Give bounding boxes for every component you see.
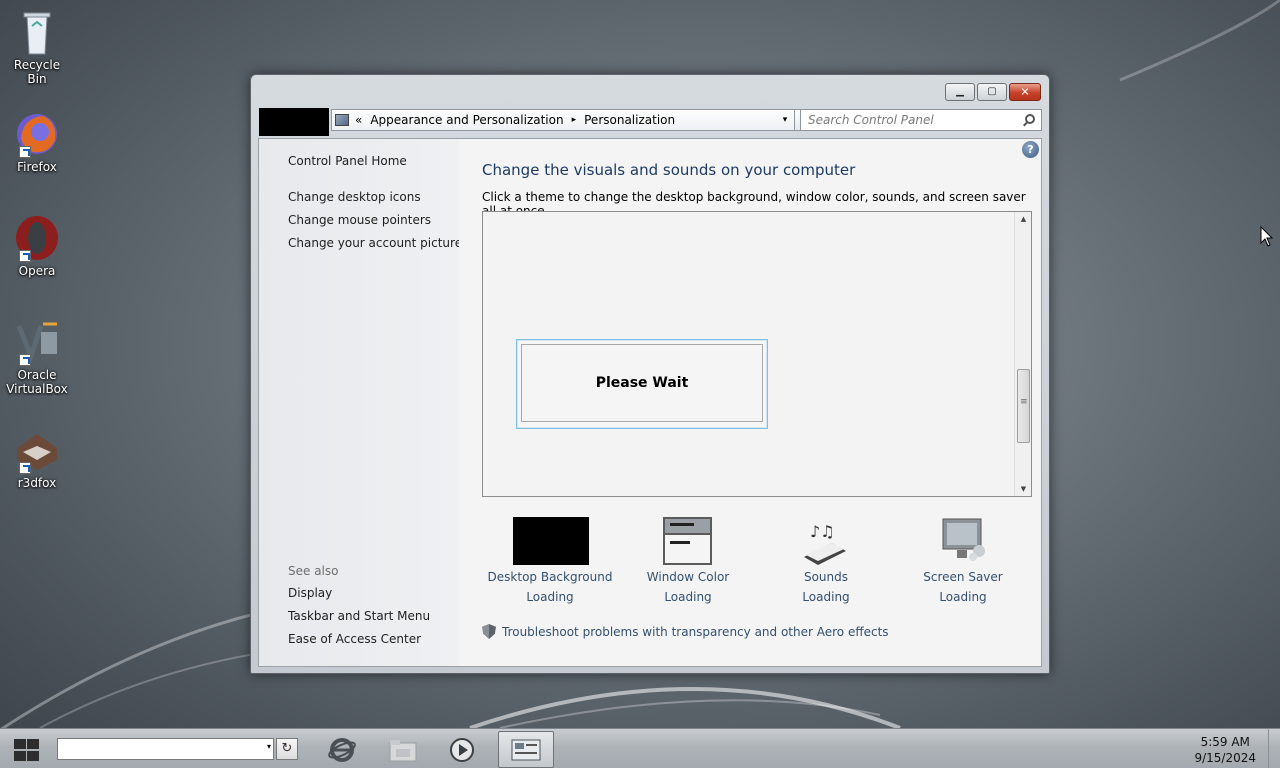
display-link[interactable]: Display	[288, 586, 332, 600]
start-button[interactable]	[12, 738, 40, 762]
control-panel-icon	[335, 114, 349, 126]
option-status: Loading	[526, 590, 574, 604]
screen-saver-icon	[925, 517, 1001, 565]
maximize-button[interactable]: ▢	[977, 83, 1007, 101]
desktop-icon-label: Recycle Bin	[13, 58, 61, 86]
desktop-icon-opera[interactable]: Opera	[4, 214, 70, 278]
close-button[interactable]: ✕	[1009, 83, 1041, 101]
navigation-buttons-redacted	[259, 108, 329, 136]
page-title: Change the visuals and sounds on your co…	[482, 161, 856, 179]
sounds-icon: ♪♫	[788, 517, 864, 565]
system-clock[interactable]: 5:59 AM 9/15/2024	[1194, 734, 1256, 766]
shield-icon	[482, 624, 496, 639]
scroll-up-icon[interactable]: ▲	[1015, 212, 1032, 226]
please-wait-dialog: Please Wait	[516, 339, 768, 429]
troubleshoot-link[interactable]: Troubleshoot problems with transparency …	[482, 624, 889, 639]
breadcrumb-personalization[interactable]: Personalization	[584, 113, 675, 127]
option-status: Loading	[664, 590, 712, 604]
minimize-icon: ▁	[956, 86, 964, 97]
taskbar-control-panel[interactable]	[498, 731, 554, 768]
taskbar-start-menu-link[interactable]: Taskbar and Start Menu	[288, 609, 430, 623]
taskbar-file-explorer[interactable]	[375, 731, 431, 768]
desktop-icon-recycle-bin[interactable]: Recycle Bin	[4, 8, 70, 86]
internet-explorer-icon	[328, 737, 356, 762]
close-icon: ✕	[1020, 85, 1030, 99]
search-placeholder: Search Control Panel	[808, 113, 934, 127]
window-client-area: Control Panel Home Change desktop icons …	[258, 138, 1042, 667]
address-dropdown-icon[interactable]: ▾	[776, 110, 794, 130]
navigation-bar: « Appearance and Personalization ▸ Perso…	[259, 108, 1042, 136]
taskbar-media-player[interactable]	[434, 731, 490, 768]
main-content: ? Change the visuals and sounds on your …	[459, 139, 1041, 666]
control-panel-home-link[interactable]: Control Panel Home	[288, 154, 407, 168]
desktop-background-icon	[512, 517, 589, 565]
taskbar: ▾ ↻ 5:59 AM 9/15/2024	[0, 728, 1280, 768]
window-color-option[interactable]: Window Color Loading	[623, 517, 753, 607]
taskbar-address-go-button[interactable]: ↻	[276, 738, 298, 760]
change-mouse-pointers-link[interactable]: Change mouse pointers	[288, 213, 431, 227]
virtualbox-icon	[13, 318, 61, 366]
maximize-icon: ▢	[987, 86, 997, 97]
r3dfox-icon	[13, 426, 61, 474]
option-label: Desktop Background	[487, 570, 613, 584]
breadcrumb-appearance[interactable]: Appearance and Personalization	[370, 113, 563, 127]
option-label: Window Color	[646, 570, 730, 584]
option-label: Screen Saver	[923, 570, 1003, 584]
firefox-icon	[13, 110, 61, 158]
desktop-icon-label: Opera	[18, 264, 56, 278]
change-account-picture-link[interactable]: Change your account picture	[288, 236, 462, 250]
option-label: Sounds	[803, 570, 849, 584]
search-input[interactable]: Search Control Panel	[800, 109, 1042, 131]
troubleshoot-label: Troubleshoot problems with transparency …	[502, 624, 889, 639]
window-color-icon	[650, 517, 726, 565]
option-status: Loading	[939, 590, 987, 604]
screen-saver-option[interactable]: Screen Saver Loading	[898, 517, 1028, 607]
media-player-icon	[450, 737, 474, 762]
desktop-icon-label: r3dfox	[17, 476, 57, 490]
theme-list[interactable]: Please Wait ▲ ▼	[482, 211, 1032, 497]
opera-icon	[13, 214, 61, 262]
caption-buttons: ▁ ▢ ✕	[945, 83, 1041, 101]
theme-list-scrollbar[interactable]: ▲ ▼	[1014, 212, 1031, 496]
taskbar-internet-explorer[interactable]	[314, 731, 370, 768]
search-icon[interactable]	[1025, 114, 1035, 124]
scrollbar-thumb[interactable]	[1017, 369, 1030, 443]
windows-logo-icon	[14, 739, 26, 749]
mouse-cursor-icon	[1260, 226, 1274, 247]
desktop-icon-r3dfox[interactable]: r3dfox	[4, 426, 70, 490]
desktop-icon-firefox[interactable]: Firefox	[4, 110, 70, 174]
clock-time: 5:59 AM	[1200, 735, 1250, 749]
please-wait-text: Please Wait	[521, 344, 763, 422]
clock-date: 9/15/2024	[1194, 751, 1256, 765]
desktop-icon-virtualbox[interactable]: Oracle VirtualBox	[4, 318, 70, 396]
address-chevron[interactable]: «	[355, 113, 362, 127]
taskbar-address-input[interactable]: ▾	[57, 738, 274, 760]
help-icon[interactable]: ?	[1022, 141, 1039, 158]
control-panel-icon	[511, 739, 541, 760]
folder-icon	[389, 739, 417, 761]
minimize-button[interactable]: ▁	[945, 83, 975, 101]
personalization-window: ▁ ▢ ✕ « Appearance and Personalization ▸…	[250, 74, 1050, 674]
sounds-option[interactable]: ♪♫ Sounds Loading	[761, 517, 891, 607]
svg-text:♪♫: ♪♫	[810, 522, 835, 541]
breadcrumb-arrow-icon[interactable]: ▸	[572, 115, 577, 125]
option-status: Loading	[802, 590, 850, 604]
desktop-icon-label: Oracle VirtualBox	[6, 368, 68, 396]
address-bar[interactable]: « Appearance and Personalization ▸ Perso…	[331, 109, 795, 131]
ease-of-access-link[interactable]: Ease of Access Center	[288, 632, 421, 646]
taskbar-address-dropdown-icon[interactable]: ▾	[267, 742, 271, 751]
scroll-down-icon[interactable]: ▼	[1015, 482, 1032, 496]
recycle-bin-icon	[13, 8, 61, 56]
change-desktop-icons-link[interactable]: Change desktop icons	[288, 190, 421, 204]
task-pane: Control Panel Home Change desktop icons …	[259, 139, 462, 666]
desktop-background-option[interactable]: Desktop Background Loading	[485, 517, 615, 607]
show-desktop-button[interactable]	[1268, 729, 1280, 768]
desktop-icon-label: Firefox	[17, 160, 57, 174]
see-also-heading: See also	[288, 564, 339, 578]
